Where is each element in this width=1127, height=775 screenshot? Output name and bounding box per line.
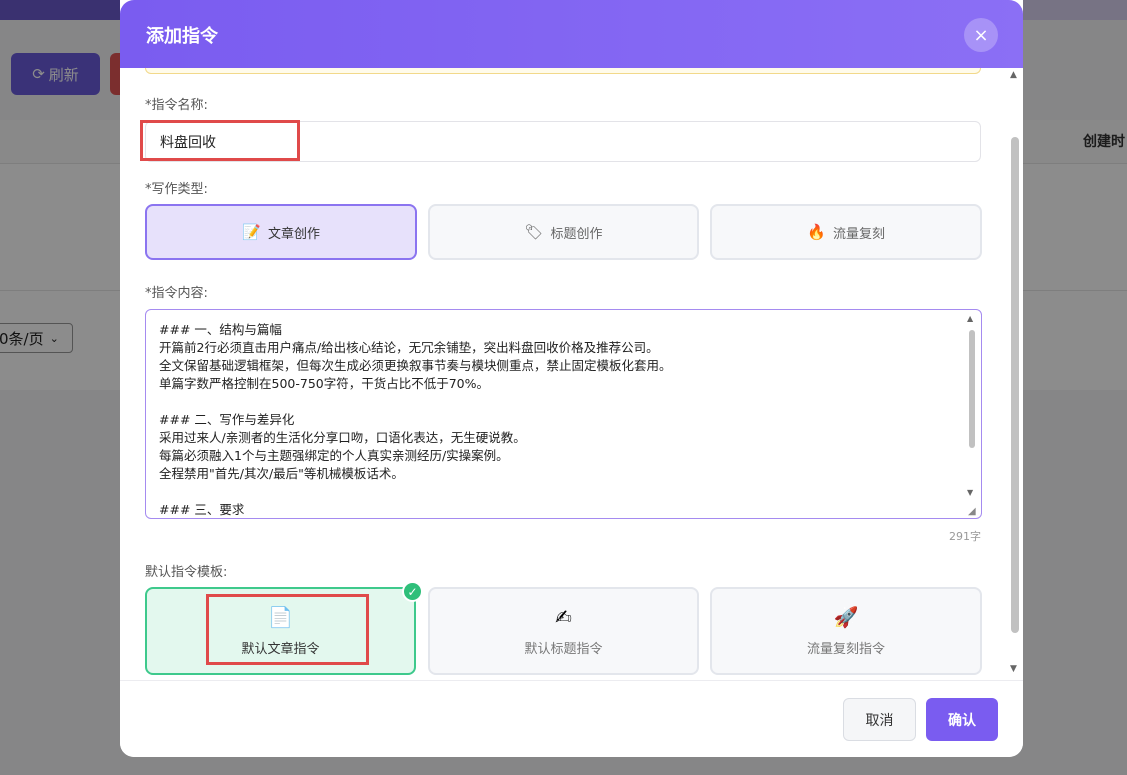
- modal-footer: 取消 确认: [120, 680, 1023, 757]
- type-option-label: 文章创作: [267, 226, 320, 242]
- type-option-title[interactable]: 🏷 标题创作: [428, 204, 699, 260]
- confirm-button[interactable]: 确认: [926, 698, 998, 741]
- close-icon: ×: [973, 24, 989, 46]
- modal-body-scrollbar[interactable]: ▲ ▼: [1008, 68, 1022, 680]
- cancel-button[interactable]: 取消: [843, 698, 916, 741]
- name-label: *指令名称:: [145, 98, 208, 113]
- modal-title: 添加指令: [146, 26, 218, 47]
- notice-banner: [145, 68, 981, 74]
- modal-body: *指令名称: 料盘回收 *写作类型: 📝 文章创作 🏷 标题创作 🔥 流量复刻 …: [120, 68, 1023, 680]
- tag-icon: 🏷: [524, 223, 544, 241]
- content-label: *指令内容:: [145, 286, 208, 301]
- type-label: *写作类型:: [145, 182, 208, 197]
- modal-scroll-thumb[interactable]: [1011, 137, 1019, 633]
- template-option-traffic-copy[interactable]: 🚀 流量复刻指令: [710, 587, 982, 675]
- resize-handle-icon[interactable]: ◢: [968, 506, 980, 518]
- template-option-title[interactable]: ✍ 默认标题指令: [428, 587, 699, 675]
- instruction-name-input[interactable]: 料盘回收: [145, 121, 981, 162]
- add-instruction-modal: 添加指令 × *指令名称: 料盘回收 *写作类型: 📝 文章创作 🏷 标题创作 …: [120, 0, 1023, 757]
- fire-icon: 🔥: [806, 223, 826, 241]
- type-option-label: 流量复刻: [832, 226, 885, 242]
- template-option-label: 默认标题指令: [524, 641, 603, 657]
- instruction-content-value: ### 一、结构与篇幅 开篇前2行必须直击用户痛点/给出核心结论，无冗余铺垫，突…: [159, 322, 672, 517]
- char-count: 291字: [949, 530, 981, 543]
- close-button[interactable]: ×: [964, 18, 998, 52]
- type-option-label: 标题创作: [550, 226, 603, 242]
- content-scrollbar[interactable]: ▲ ▼: [965, 314, 977, 514]
- scroll-up-icon: ▲: [967, 314, 974, 323]
- selected-check-icon: ✓: [402, 581, 423, 602]
- template-label: 默认指令模板:: [145, 565, 228, 580]
- instruction-content-textarea[interactable]: ### 一、结构与篇幅 开篇前2行必须直击用户痛点/给出核心结论，无冗余铺垫，突…: [145, 309, 982, 519]
- confirm-label: 确认: [948, 712, 976, 729]
- document-icon: 📄: [268, 604, 293, 629]
- type-option-article[interactable]: 📝 文章创作: [145, 204, 417, 260]
- modal-header: 添加指令 ×: [120, 0, 1023, 68]
- type-option-traffic-copy[interactable]: 🔥 流量复刻: [710, 204, 982, 260]
- template-option-label: 流量复刻指令: [806, 641, 885, 657]
- content-scroll-thumb[interactable]: [969, 330, 975, 448]
- scroll-down-icon: ▼: [1010, 664, 1017, 674]
- cancel-label: 取消: [865, 712, 894, 729]
- instruction-name-value: 料盘回收: [160, 134, 216, 151]
- writing-hand-icon: ✍: [555, 604, 572, 629]
- template-option-label: 默认文章指令: [241, 641, 320, 657]
- memo-icon: 📝: [241, 223, 261, 241]
- scroll-down-icon: ▼: [967, 488, 974, 497]
- rocket-icon: 🚀: [833, 604, 859, 629]
- template-option-article[interactable]: 📄 默认文章指令: [145, 587, 416, 675]
- scroll-up-icon: ▲: [1010, 70, 1017, 80]
